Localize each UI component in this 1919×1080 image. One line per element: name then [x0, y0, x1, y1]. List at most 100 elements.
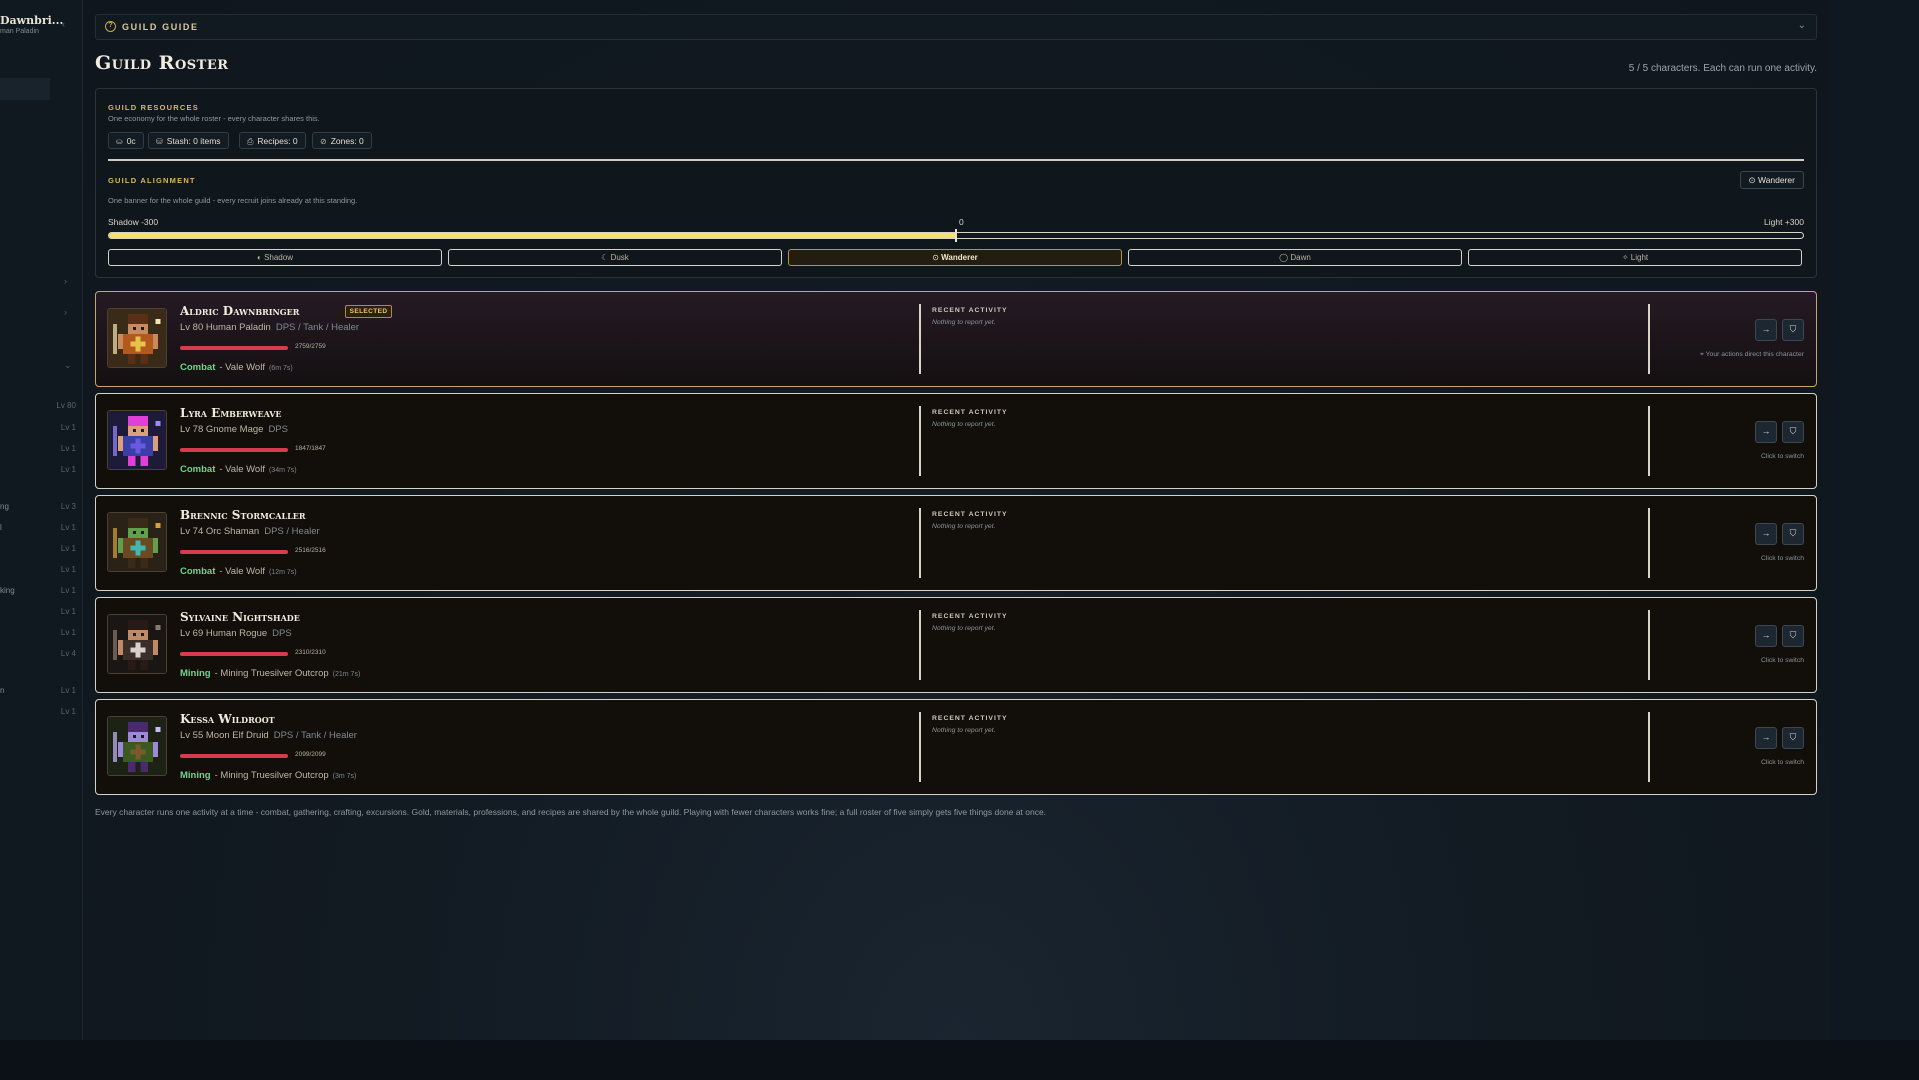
alignment-option-wanderer[interactable]: ⊙ Wanderer	[788, 249, 1122, 266]
sidebar-item[interactable]: Lv 1	[0, 423, 78, 437]
alignment-option-label: Light	[1630, 253, 1649, 262]
alignment-option-dusk[interactable]: ☾ Dusk	[448, 249, 782, 266]
sidebar: Dawnbri... man Paladin ‹ › › ⌄ Lv 80 Lv 1…	[0, 0, 83, 1040]
character-details-button[interactable]: ⛉	[1782, 421, 1804, 443]
arrow-right-icon: →	[1761, 426, 1771, 436]
alignment-current-label: Wanderer	[1757, 175, 1795, 185]
recent-activity-title: RECENT ACTIVITY	[932, 613, 1008, 620]
activity-kind: Combat	[180, 464, 216, 475]
alignment-current-button[interactable]: ⊙ Wanderer	[1739, 171, 1804, 189]
character-details-button[interactable]: ⛉	[1782, 523, 1804, 545]
chip-text: Stash: 0 items	[166, 136, 221, 146]
chevron-down-icon[interactable]: ⌄	[64, 360, 72, 371]
sidebar-active-item[interactable]	[0, 78, 50, 100]
character-meta: Lv 78 Gnome Mage DPS	[180, 424, 288, 435]
character-name[interactable]: Kessa Wildroot	[180, 712, 275, 726]
card-hint-text: Click to switch	[1760, 759, 1804, 766]
coin-icon: ⛀	[116, 137, 123, 146]
character-card[interactable]: Sylvaine Nightshade Lv 69 Human Rogue DPS…	[95, 597, 1817, 693]
current-activity: Combat - Vale Wolf (34m 7s)	[180, 464, 297, 475]
character-card[interactable]: Kessa Wildroot Lv 55 Moon Elf Druid DPS /…	[95, 699, 1817, 795]
activity-kind: Mining	[180, 668, 211, 679]
card-hint: Click to switch	[1761, 555, 1804, 562]
alignment-max-label: Light +300	[1764, 217, 1804, 227]
recent-activity-text: Nothing to report yet.	[932, 727, 996, 734]
health-bar	[180, 346, 288, 350]
health-text: 2099/2099	[295, 751, 326, 758]
character-name[interactable]: Aldric Dawnbringer	[180, 304, 299, 318]
sidebar-item-level: Lv 1	[60, 686, 76, 695]
column-divider	[919, 712, 921, 782]
switch-character-button[interactable]: →	[1755, 523, 1777, 545]
chevron-left-icon[interactable]: ‹	[62, 19, 65, 29]
column-divider	[1648, 712, 1650, 782]
switch-character-button[interactable]: →	[1755, 421, 1777, 443]
column-divider	[919, 304, 921, 374]
right-gutter	[1830, 0, 1919, 1040]
sidebar-item[interactable]: Lv 1	[0, 707, 78, 721]
sidebar-item[interactable]: n Lv 1	[0, 686, 78, 700]
sidebar-item-level: Lv 1	[60, 607, 76, 616]
chevron-down-icon[interactable]: ⌄	[1798, 20, 1806, 31]
activity-target: - Mining Truesilver Outcrop	[214, 668, 329, 679]
activity-time: (12m 7s)	[268, 569, 297, 576]
character-level-class: Lv 55 Moon Elf Druid	[180, 730, 269, 741]
alignment-option-label: Dawn	[1290, 253, 1311, 262]
character-meta: Lv 55 Moon Elf Druid DPS / Tank / Healer	[180, 730, 357, 741]
recent-activity-title: RECENT ACTIVITY	[932, 715, 1008, 722]
section-divider	[108, 159, 1804, 161]
sidebar-item[interactable]: Lv 1	[0, 607, 78, 621]
sidebar-item[interactable]: Lv 1	[0, 628, 78, 642]
chevron-right-icon[interactable]: ›	[64, 276, 67, 286]
sidebar-character-name[interactable]: Dawnbri...	[0, 14, 63, 27]
sidebar-item-level: Lv 1	[60, 707, 76, 716]
alignment-fill	[109, 233, 956, 238]
activity-target: - Mining Truesilver Outcrop	[214, 770, 329, 781]
sidebar-item[interactable]: Lv 1	[0, 465, 78, 479]
card-hint: ⌖ Your actions direct this character	[1700, 351, 1804, 359]
activity-target: - Vale Wolf	[219, 362, 265, 373]
character-name[interactable]: Lyra Emberweave	[180, 406, 282, 420]
sidebar-item[interactable]: Lv 4	[0, 649, 78, 663]
health-text: 2516/2516	[295, 547, 326, 554]
sidebar-item[interactable]: Lv 1	[0, 544, 78, 558]
sidebar-item[interactable]: Lv 1	[0, 444, 78, 458]
roster-count: 5 / 5 characters. Each can run one activ…	[1628, 63, 1817, 74]
recent-activity-text: Nothing to report yet.	[932, 319, 996, 326]
alignment-option-dawn[interactable]: ◯ Dawn	[1128, 249, 1462, 266]
guild-guide-bar[interactable]: ? GUILD GUIDE ⌄	[95, 14, 1817, 40]
sidebar-item[interactable]: Lv 80	[0, 401, 78, 415]
switch-character-button[interactable]: →	[1755, 727, 1777, 749]
alignment-option-light[interactable]: ✧ Light	[1468, 249, 1802, 266]
sidebar-item[interactable]: Lv 1	[0, 565, 78, 579]
column-divider	[919, 610, 921, 680]
character-name[interactable]: Brennic Stormcaller	[180, 508, 305, 522]
character-card[interactable]: Lyra Emberweave Lv 78 Gnome Mage DPS 1847…	[95, 393, 1817, 489]
arrow-right-icon: →	[1761, 630, 1771, 640]
current-activity: Mining - Mining Truesilver Outcrop (21m 7s…	[180, 668, 360, 679]
activity-target: - Vale Wolf	[219, 464, 265, 475]
character-card[interactable]: Brennic Stormcaller Lv 74 Orc Shaman DPS …	[95, 495, 1817, 591]
arrow-right-icon: →	[1761, 732, 1771, 742]
character-details-button[interactable]: ⛉	[1782, 727, 1804, 749]
sidebar-item[interactable]: ng Lv 3	[0, 502, 78, 516]
shield-icon: ⛉	[1789, 324, 1797, 334]
recent-activity-title: RECENT ACTIVITY	[932, 511, 1008, 518]
sidebar-character-subtitle: man Paladin	[0, 28, 39, 35]
card-hint: Click to switch	[1761, 453, 1804, 460]
character-meta: Lv 69 Human Rogue DPS	[180, 628, 292, 639]
resource-chip-recipes: ⎙ Recipes: 0	[239, 132, 306, 149]
character-details-button[interactable]: ⛉	[1782, 319, 1804, 341]
chevron-right-icon[interactable]: ›	[64, 307, 67, 317]
character-roles: DPS / Tank / Healer	[273, 730, 357, 741]
character-details-button[interactable]: ⛉	[1782, 625, 1804, 647]
switch-character-button[interactable]: →	[1755, 625, 1777, 647]
sidebar-item[interactable]: king Lv 1	[0, 586, 78, 600]
switch-character-button[interactable]: →	[1755, 319, 1777, 341]
alignment-option-shadow[interactable]: ◐ Shadow	[108, 249, 442, 266]
character-name[interactable]: Sylvaine Nightshade	[180, 610, 300, 624]
sidebar-item[interactable]: l Lv 1	[0, 523, 78, 537]
sidebar-item-label: n	[0, 686, 5, 695]
recipe-icon: ⎙	[247, 137, 254, 146]
character-card[interactable]: Aldric Dawnbringer SELECTED Lv 80 Human …	[95, 291, 1817, 387]
